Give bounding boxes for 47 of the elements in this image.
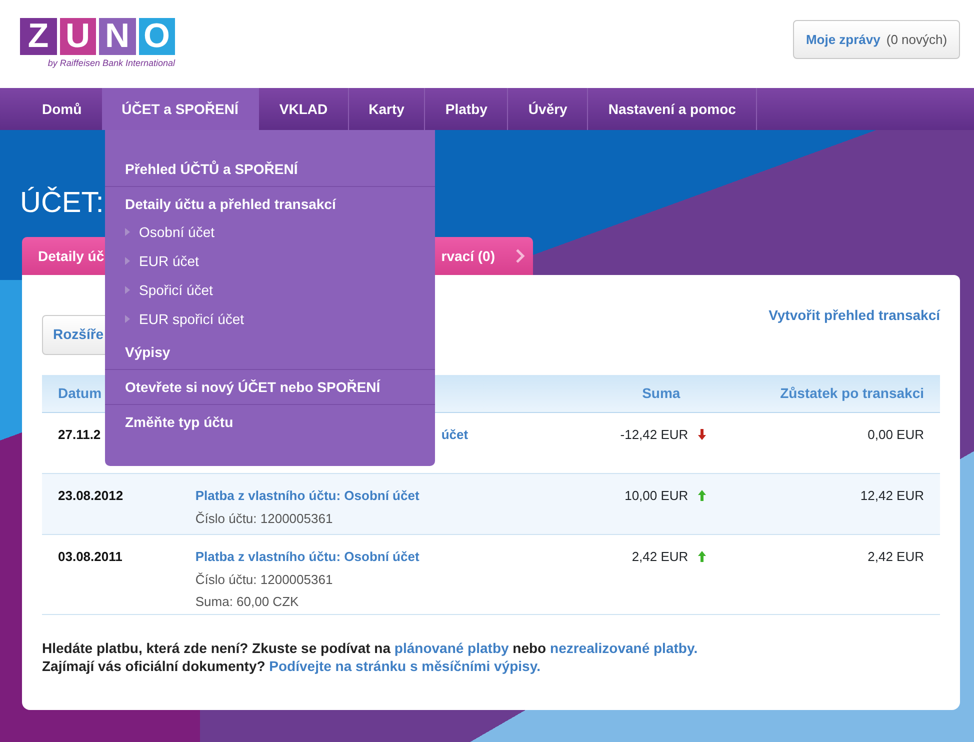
logo-letter: N: [99, 18, 136, 55]
chevron-right-icon: [515, 249, 525, 263]
balance-cell: 0,00 EUR: [868, 427, 924, 442]
create-overview-link[interactable]: Vytvořit přehled transakcí: [768, 307, 940, 323]
nav-item[interactable]: Úvěry: [508, 88, 588, 130]
amount-cell: 10,00 EUR: [624, 488, 688, 503]
bullet-triangle-icon: [125, 228, 130, 236]
page-title: ÚČET:: [20, 186, 104, 220]
date-cell: 27.11.2: [58, 427, 101, 442]
help-sentence: Hledáte platbu, která zde není? Zkuste se podívat na plánované platby nebo nezrealizované platby.: [42, 639, 699, 657]
date-cell: 23.08.2012: [58, 488, 124, 503]
bullet-triangle-icon: [125, 257, 130, 265]
balance-cell: 2,42 EUR: [868, 549, 924, 564]
messages-button[interactable]: Moje zprávy (0 nových): [793, 20, 960, 59]
help-link[interactable]: Podívejte na stránku s měsíčními výpisy.: [269, 658, 540, 674]
transaction-link[interactable]: účet: [441, 427, 468, 442]
logo-letter: Z: [20, 18, 56, 55]
help-sentence: Zajímají vás oficiální dokumenty? Podívejte na stránku s měsíčními výpisy.: [42, 657, 542, 675]
nav-item[interactable]: Domů: [22, 88, 102, 130]
amount-cell: 2,42 EUR: [632, 549, 688, 564]
date-cell: 03.08.2011: [58, 549, 122, 564]
transaction-link[interactable]: Platba z vlastního účtu: Osobní účet: [195, 488, 420, 503]
menu-item[interactable]: Detaily účtu a přehled transakcí: [105, 195, 435, 213]
logo-tagline: by Raiffeisen Bank International: [46, 57, 175, 70]
submenu-item[interactable]: EUR spořicí účet: [105, 306, 435, 335]
balance-cell: 12,42 EUR: [860, 488, 924, 503]
transaction-detail: Číslo účtu: 1200005361: [195, 570, 334, 588]
column-header: Zůstatek po transakci: [780, 384, 924, 401]
logo-letter: O: [138, 18, 175, 55]
amount-cell: -12,42 EUR: [620, 427, 688, 442]
column-header: Suma: [642, 384, 680, 401]
bullet-triangle-icon: [125, 286, 130, 294]
column-header: Datum: [58, 384, 102, 401]
logo-letter: U: [60, 18, 96, 55]
nav-item[interactable]: ÚČET a SPOŘENÍ: [102, 88, 260, 130]
transaction-detail: Číslo účtu: 1200005361: [195, 510, 334, 528]
menu-item[interactable]: Přehled ÚČTŮ a SPOŘENÍ: [105, 160, 435, 178]
bullet-triangle-icon: [125, 315, 130, 323]
help-link[interactable]: nezrealizované platby.: [550, 640, 698, 656]
menu-item[interactable]: Změňte typ účtu: [105, 413, 435, 431]
submenu-item[interactable]: Spořicí účet: [105, 277, 435, 306]
nav-item[interactable]: Nastavení a pomoc: [588, 88, 757, 130]
transaction-link[interactable]: Platba z vlastního účtu: Osobní účet: [195, 549, 420, 564]
menu-item[interactable]: Otevřete si nový ÚČET nebo SPOŘENÍ: [105, 378, 435, 396]
transaction-detail: Suma: 60,00 CZK: [195, 593, 300, 611]
help-link[interactable]: plánované platby: [394, 640, 509, 656]
menu-item[interactable]: Výpisy: [105, 343, 435, 361]
